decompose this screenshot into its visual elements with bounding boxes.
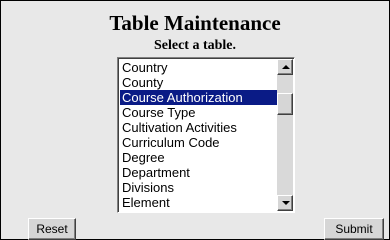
scroll-thumb[interactable] <box>277 93 293 115</box>
table-list-item[interactable]: Country <box>120 60 278 75</box>
table-list-item[interactable]: Course Authorization <box>120 90 278 105</box>
table-list-item[interactable]: Degree <box>120 150 278 165</box>
table-list-item[interactable]: Curriculum Code <box>120 135 278 150</box>
reset-button[interactable]: Reset <box>28 218 76 240</box>
table-maintenance-panel: Table Maintenance Select a table. Countr… <box>1 1 389 240</box>
table-list-item[interactable]: Cultivation Activities <box>120 120 278 135</box>
table-list-item[interactable]: Element <box>120 195 278 210</box>
table-list-item[interactable]: Course Type <box>120 105 278 120</box>
submit-button[interactable]: Submit <box>324 218 384 240</box>
scroll-up-arrow-icon <box>282 65 290 69</box>
table-list-items: Country County Course Authorization Course … <box>120 60 278 210</box>
table-listbox[interactable]: Country County Course Authorization Course … <box>117 57 295 213</box>
scroll-up-button[interactable] <box>277 59 293 75</box>
list-scrollbar[interactable] <box>277 59 293 211</box>
scroll-down-button[interactable] <box>277 195 293 211</box>
page-subtitle: Select a table. <box>153 38 237 53</box>
scroll-down-arrow-icon <box>282 201 290 205</box>
table-list-item[interactable]: Department <box>120 165 278 180</box>
page-title: Table Maintenance <box>109 11 281 35</box>
table-list-item[interactable]: County <box>120 75 278 90</box>
table-list-item[interactable]: Divisions <box>120 180 278 195</box>
